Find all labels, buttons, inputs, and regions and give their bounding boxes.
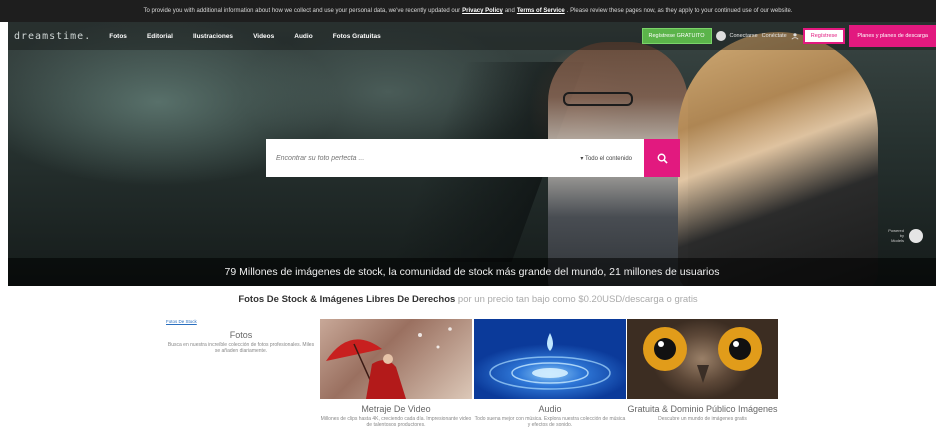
headline-bold: Fotos De Stock & Imágenes Libres De Dere…	[238, 294, 456, 305]
nav-videos[interactable]: Videos	[253, 33, 274, 40]
page-headline: Fotos De Stock & Imágenes Libres De Dere…	[0, 294, 936, 305]
category-audio-image[interactable]	[474, 319, 626, 399]
category-fotos[interactable]: Fotos De Stock Fotos Busca en nuestra in…	[166, 319, 316, 354]
umbrella-woman-illustration	[326, 327, 452, 399]
powered-by-logo-icon	[909, 228, 923, 243]
site-logo[interactable]: dreamstime.	[14, 31, 91, 42]
main-nav: Fotos Editorial Ilustraciones Videos Aud…	[109, 33, 381, 40]
water-drop-illustration	[489, 333, 611, 390]
category-free-image[interactable]	[627, 319, 778, 399]
plans-pricing-button[interactable]: Planes y planes de descarga	[849, 25, 936, 47]
category-free-desc: Descubre un mundo de imágenes gratis	[658, 416, 747, 422]
search-box: ▾ Todo el contenido	[266, 139, 646, 177]
connected-link[interactable]: Conéctate	[762, 33, 787, 39]
notice-and: and	[504, 8, 515, 14]
hero-woman-figure	[678, 32, 878, 286]
category-video-title[interactable]: Metraje De Video	[320, 404, 472, 414]
owl-illustration	[643, 327, 762, 383]
category-audio[interactable]: Audio Todo suena mejor con música. Explo…	[474, 404, 626, 428]
register-button[interactable]: Regístrese	[802, 28, 846, 44]
notice-text: To provide you with additional informati…	[143, 8, 461, 14]
search-scope-label: Todo el contenido	[584, 155, 632, 162]
category-video-image[interactable]	[320, 319, 472, 399]
nav-fotos[interactable]: Fotos	[109, 33, 127, 40]
category-audio-title[interactable]: Audio	[474, 404, 626, 414]
search-icon	[657, 153, 668, 164]
search-scope-dropdown[interactable]: ▾ Todo el contenido	[580, 155, 646, 162]
category-video-desc: Millones de clips hasta 4K, creciendo ca…	[320, 416, 472, 428]
user-icon[interactable]	[791, 32, 799, 40]
search-input[interactable]	[266, 154, 581, 162]
nav-editorial[interactable]: Editorial	[147, 33, 173, 40]
powered-by-badge[interactable]: Powered by Models	[884, 228, 923, 243]
nav-audio[interactable]: Audio	[294, 33, 312, 40]
language-flag-icon[interactable]	[715, 31, 726, 41]
category-free-title[interactable]: Gratuita & Dominio Público Imágenes	[627, 404, 778, 414]
stats-bar: 79 Millones de imágenes de stock, la com…	[8, 258, 936, 286]
powered-by-text: Powered by Models	[888, 228, 904, 243]
register-free-button[interactable]: Regístrese GRATUITO	[641, 28, 712, 44]
login-link[interactable]: Conectarse	[730, 33, 758, 39]
top-navigation: dreamstime. Fotos Editorial Ilustracione…	[8, 22, 936, 50]
headline-rest: por un precio tan bajo como $0.20USD/des…	[455, 294, 698, 305]
category-video[interactable]: Metraje De Video Millones de clips hasta…	[320, 404, 472, 428]
search-button[interactable]	[644, 139, 680, 177]
category-audio-desc: Todo suena mejor con música. Explora nue…	[474, 416, 626, 428]
category-fotos-desc: Busca en nuestra increíble colección de …	[167, 342, 315, 354]
privacy-notice-bar: To provide you with additional informati…	[0, 0, 936, 22]
fotos-broken-image[interactable]: Fotos De Stock	[166, 319, 316, 324]
category-fotos-title[interactable]: Fotos	[166, 330, 316, 340]
privacy-policy-link[interactable]: Privacy Policy	[462, 8, 503, 14]
header-actions: Regístrese GRATUITO Conectarse Conéctate…	[641, 22, 936, 50]
hero-glasses	[563, 92, 633, 106]
nav-fotos-gratuitas[interactable]: Fotos Gratuitas	[333, 33, 381, 40]
category-free[interactable]: Gratuita & Dominio Público Imágenes Desc…	[627, 404, 778, 422]
terms-of-service-link[interactable]: Terms of Service	[517, 8, 565, 14]
notice-text-after: . Please review these pages now, as they…	[566, 8, 793, 14]
nav-ilustraciones[interactable]: Ilustraciones	[193, 33, 233, 40]
